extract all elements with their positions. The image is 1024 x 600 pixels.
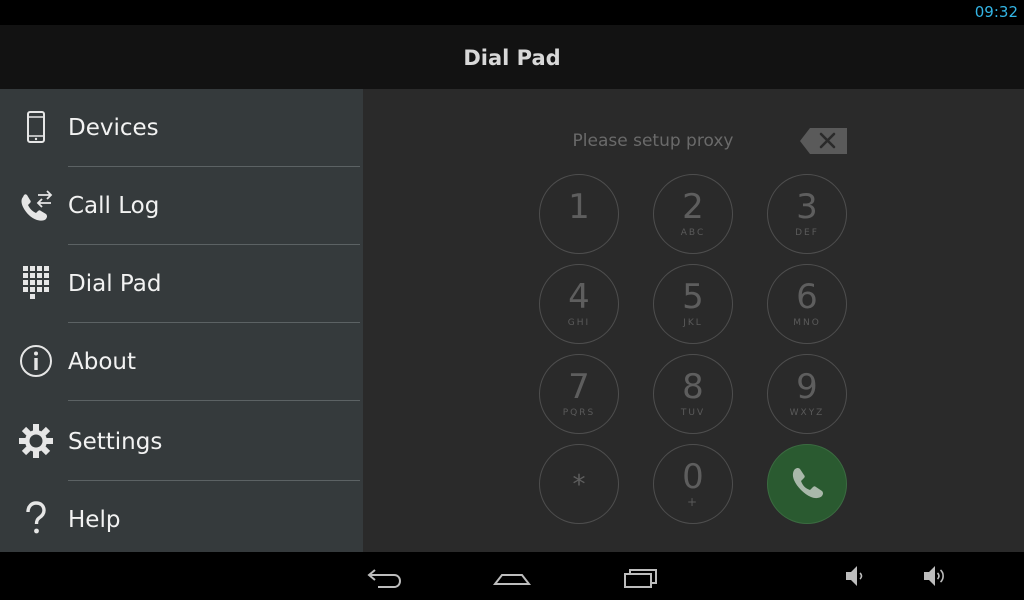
navigation-drawer: Devices Call Log Dial Pad About Settings… [0,89,363,552]
divider [68,400,360,401]
backspace-button[interactable] [799,127,849,155]
status-clock: 09:32 [974,3,1018,21]
key-6[interactable]: 6 MNO [767,264,847,344]
key-8[interactable]: 8 TUV [653,354,733,434]
dial-pad: Please setup proxy 1 2 ABC 3 DEF 4 GHI 5… [363,89,1024,552]
number-display[interactable]: Please setup proxy [538,127,768,155]
drawer-item-label: Dial Pad [68,271,162,297]
action-bar: Dial Pad [0,25,1024,89]
key-5[interactable]: 5 JKL [653,264,733,344]
volume-up-icon[interactable] [922,560,946,592]
system-nav-bar [0,552,1024,600]
drawer-item-label: Help [68,507,121,533]
call-button[interactable] [767,444,847,524]
key-3[interactable]: 3 DEF [767,174,847,254]
drawer-item-label: Devices [68,115,159,141]
back-icon[interactable] [366,560,404,592]
drawer-item-call-log[interactable]: Call Log [0,167,360,245]
backspace-icon [800,128,847,154]
drawer-item-help[interactable]: Help [0,481,360,559]
phone-device-icon [27,111,45,143]
phone-call-icon [792,467,823,498]
drawer-item-settings[interactable]: Settings [0,403,360,481]
page-title: Dial Pad [463,46,561,70]
gear-icon [19,424,53,458]
key-4[interactable]: 4 GHI [539,264,619,344]
call-log-icon [21,190,53,221]
drawer-item-label: Settings [68,429,163,455]
key-star[interactable]: * [539,444,619,524]
home-icon[interactable] [493,560,531,592]
question-icon [26,501,46,534]
info-icon [20,345,52,377]
drawer-item-label: Call Log [68,193,160,219]
dialpad-icon [23,266,49,299]
status-bar: 09:32 [0,0,1024,25]
key-0[interactable]: 0 + [653,444,733,524]
key-7[interactable]: 7 PQRS [539,354,619,434]
drawer-item-about[interactable]: About [0,323,360,401]
drawer-item-label: About [68,349,137,375]
key-2[interactable]: 2 ABC [653,174,733,254]
key-1[interactable]: 1 [539,174,619,254]
volume-down-icon[interactable] [842,560,866,592]
content-area: Please setup proxy 1 2 ABC 3 DEF 4 GHI 5… [0,89,1024,552]
drawer-item-dial-pad[interactable]: Dial Pad [0,245,360,323]
key-9[interactable]: 9 WXYZ [767,354,847,434]
drawer-item-devices[interactable]: Devices [0,89,360,167]
recent-apps-icon[interactable] [622,560,660,592]
